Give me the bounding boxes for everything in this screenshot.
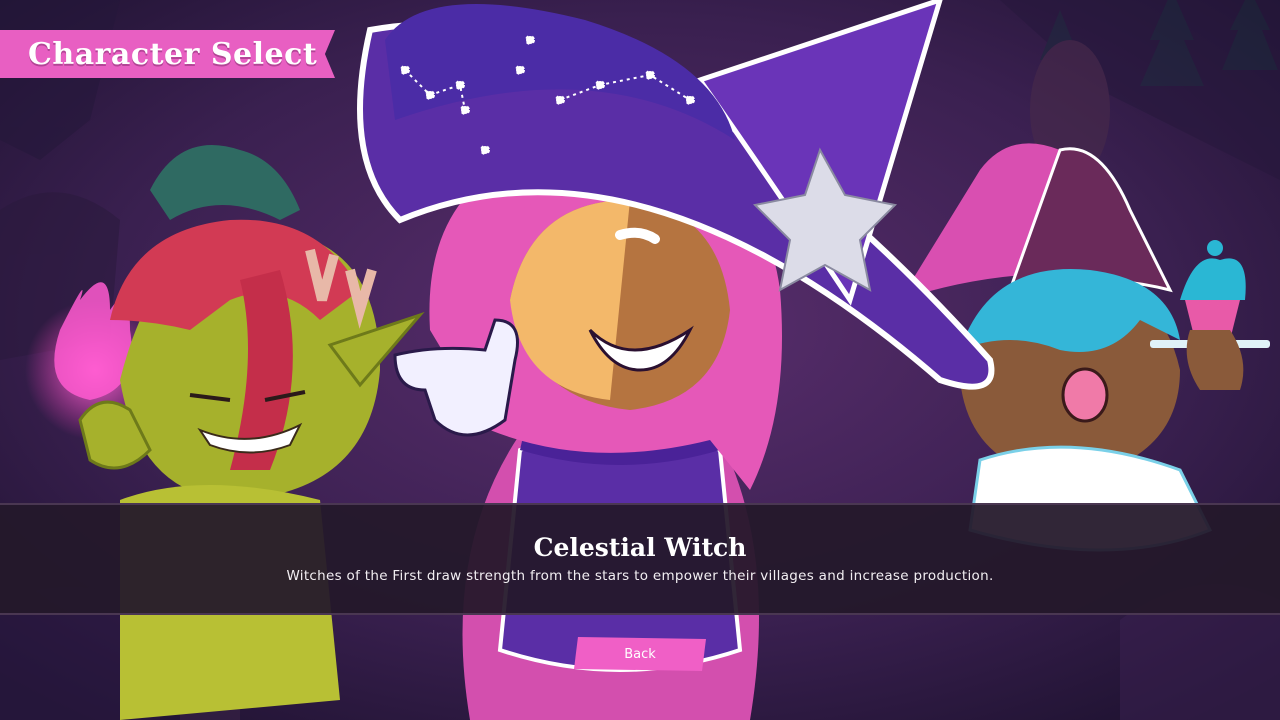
back-button[interactable]: Back — [574, 637, 706, 671]
character-description: Witches of the First draw strength from … — [286, 568, 994, 584]
character-name: Celestial Witch — [533, 533, 747, 562]
screen-title: Character Select — [28, 36, 318, 72]
character-info-panel: Celestial Witch Witches of the First dra… — [0, 503, 1280, 615]
screen-title-banner: Character Select — [0, 30, 335, 78]
